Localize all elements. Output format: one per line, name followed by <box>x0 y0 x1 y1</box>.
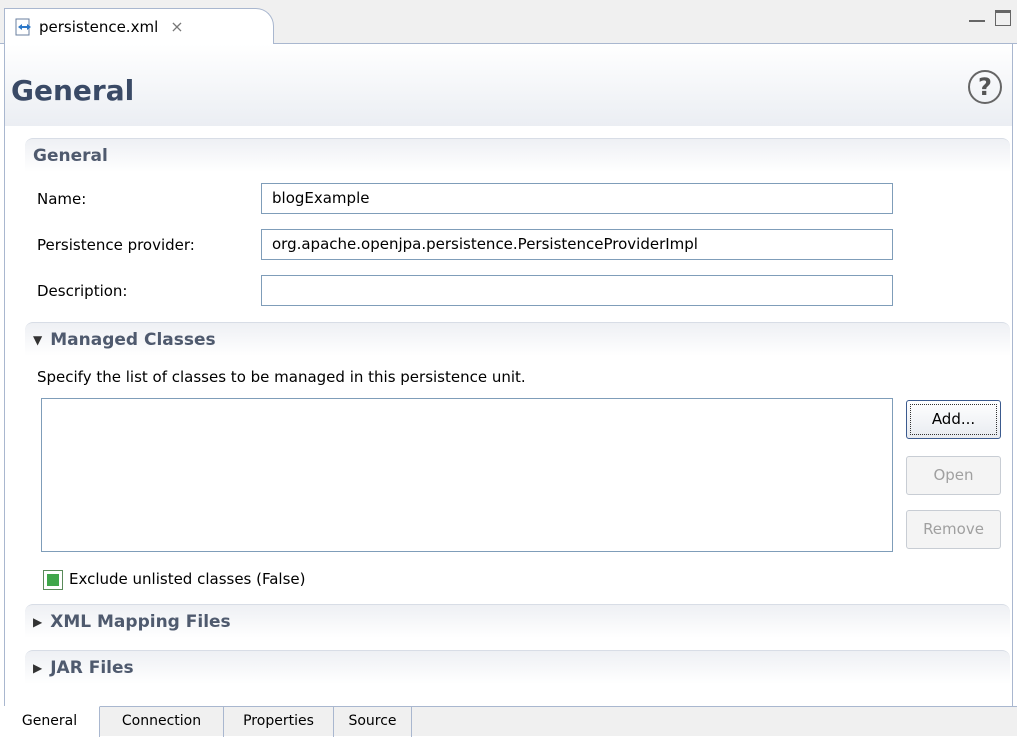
section-header-general: General <box>25 138 1010 172</box>
help-icon[interactable]: ? <box>968 70 1002 104</box>
minimize-icon[interactable] <box>969 14 985 22</box>
name-field[interactable]: blogExample <box>261 183 893 214</box>
open-class-button[interactable]: Open <box>906 456 1001 495</box>
add-class-button[interactable]: Add... <box>906 400 1001 439</box>
section-title-jar-files: JAR Files <box>50 657 134 678</box>
tab-connection[interactable]: Connection <box>100 707 224 737</box>
section-header-xml-mapping-files[interactable]: ▶ XML Mapping Files <box>25 604 1010 638</box>
name-label: Name: <box>37 190 87 208</box>
section-title-managed-classes: Managed Classes <box>50 329 216 350</box>
page-title: General <box>11 74 135 107</box>
editor-tab-bar: persistence.xml ⨯ <box>0 0 1017 44</box>
managed-classes-description: Specify the list of classes to be manage… <box>37 368 526 386</box>
xml-file-icon <box>15 18 31 35</box>
bottom-page-tabs: General Connection Properties Source <box>0 706 1017 737</box>
tab-general[interactable]: General <box>0 706 100 737</box>
persistence-provider-field[interactable]: org.apache.openjpa.persistence.Persisten… <box>261 229 893 260</box>
tab-properties[interactable]: Properties <box>224 707 334 737</box>
close-icon[interactable]: ⨯ <box>170 17 183 36</box>
editor-content: General Name: blogExample Persistence pr… <box>4 126 1013 706</box>
exclude-unlisted-label: Exclude unlisted classes (False) <box>69 570 306 588</box>
persistence-provider-label: Persistence provider: <box>37 236 195 254</box>
managed-classes-list[interactable] <box>41 398 893 552</box>
section-title-xml-mapping-files: XML Mapping Files <box>50 611 231 632</box>
remove-class-button[interactable]: Remove <box>906 510 1001 549</box>
chevron-right-icon[interactable]: ▶ <box>33 615 42 629</box>
chevron-down-icon[interactable]: ▼ <box>33 333 42 347</box>
chevron-right-icon[interactable]: ▶ <box>33 661 42 675</box>
section-header-jar-files[interactable]: ▶ JAR Files <box>25 650 1010 684</box>
tab-source[interactable]: Source <box>334 707 412 737</box>
description-label: Description: <box>37 282 128 300</box>
add-class-button-label: Add... <box>910 404 997 435</box>
description-field[interactable] <box>261 275 893 306</box>
maximize-icon[interactable] <box>995 10 1011 26</box>
section-title-general: General <box>33 145 108 166</box>
editor-tab-persistence-xml[interactable]: persistence.xml ⨯ <box>4 8 274 44</box>
window-controls <box>969 10 1011 26</box>
section-header-managed-classes[interactable]: ▼ Managed Classes <box>25 322 1010 356</box>
exclude-unlisted-checkbox[interactable] <box>43 570 63 590</box>
page-header: General ? <box>4 44 1013 126</box>
editor-tab-label: persistence.xml <box>39 17 159 36</box>
